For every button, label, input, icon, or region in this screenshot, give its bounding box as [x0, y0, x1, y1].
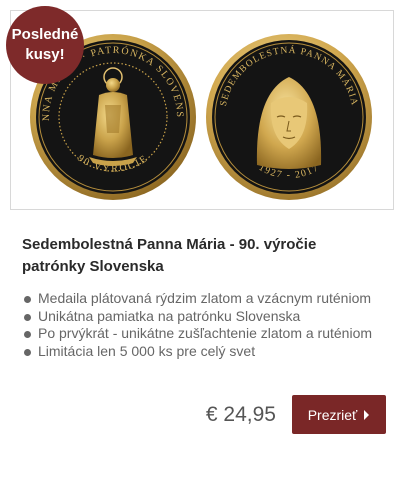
- view-product-label: Prezrieť: [307, 406, 358, 423]
- feature-text: Unikátna pamiatka na patrónku Slovenska: [38, 307, 301, 324]
- bullet-icon: [24, 313, 31, 321]
- list-item: Limitácia len 5 000 ks pre celý svet: [22, 343, 382, 361]
- badge-line-1: Posledné: [11, 26, 79, 43]
- last-pieces-badge: Posledné kusy!: [6, 6, 84, 84]
- feature-list: Medaila plátovaná rýdzim zlatom a vzácny…: [22, 290, 382, 360]
- feature-text: Medaila plátovaná rýdzim zlatom a vzácny…: [38, 290, 372, 306]
- bullet-icon: [24, 348, 31, 356]
- list-item: Po prvýkrát - unikátne zušľachtenie zlat…: [22, 325, 382, 343]
- list-item: Unikátna pamiatka na patrónku Slovenska: [22, 308, 382, 326]
- list-item: Medaila plátovaná rýdzim zlatom a vzácny…: [22, 290, 382, 308]
- price: € 24,95: [205, 403, 276, 426]
- bullet-icon: [24, 331, 31, 338]
- coin-back-image: SEDEMBOLESTNÁ PANNA MÁRIA 1927 - 2017: [206, 34, 372, 200]
- feature-text: Limitácia len 5 000 ks pre celý svet: [38, 342, 256, 359]
- product-title[interactable]: Sedembolestná Panna Mária - 90. výročie …: [22, 234, 382, 278]
- badge-line-2: kusy!: [25, 46, 65, 63]
- bullet-icon: [24, 296, 31, 303]
- product-card[interactable]: PANNA MÁRIA · PATRÓNKA SLOVENSKA 90 VÝRO…: [6, 6, 394, 472]
- chevron-right-icon: [364, 409, 370, 420]
- feature-text: Po prvýkrát - unikátne zušľachtenie zlat…: [38, 325, 373, 341]
- view-product-button[interactable]: Prezrieť: [292, 395, 386, 434]
